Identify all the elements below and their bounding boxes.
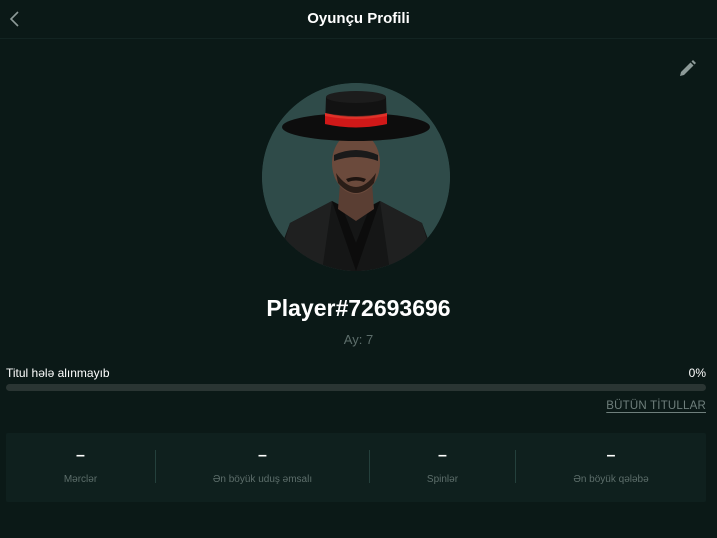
stat-biggest-win: – Ən böyük qələbə: [516, 433, 706, 502]
stat-value: –: [606, 447, 616, 464]
pencil-icon: [680, 60, 696, 76]
stats-panel: – Mərclər – Ən böyük uduş əmsalı – Spinl…: [6, 433, 706, 502]
edit-profile-button[interactable]: [676, 58, 698, 80]
title-progress-bar: [6, 384, 706, 391]
title-status-text: Titul hələ alınmayıb: [6, 366, 110, 380]
player-month: Ay: 7: [343, 332, 374, 347]
player-name: Player#72693696: [266, 295, 451, 321]
avatar-image: [262, 83, 450, 271]
stat-label: Ən böyük qələbə: [573, 474, 649, 485]
player-profile-screen: Oyunçu Profili Player#72693696 Ay: 7 Tit…: [0, 0, 717, 538]
stat-value: –: [438, 447, 447, 464]
page-title: Oyunçu Profili: [307, 10, 410, 27]
stat-value: –: [76, 447, 85, 464]
stat-bets: – Mərclər: [6, 433, 155, 502]
all-titles-link[interactable]: BÜTÜN TİTULLAR: [606, 400, 706, 412]
stat-label: Spinlər: [426, 474, 459, 485]
stat-biggest-win-multiplier: – Ən böyük uduş əmsalı: [156, 433, 369, 502]
header-bar: Oyunçu Profili: [0, 0, 717, 39]
stat-spins: – Spinlər: [370, 433, 515, 502]
stat-label: Ən böyük uduş əmsalı: [212, 474, 313, 485]
stat-value: –: [258, 447, 267, 464]
avatar[interactable]: [262, 83, 450, 271]
stat-label: Mərclər: [63, 474, 98, 485]
title-progress-percent: 0%: [688, 366, 706, 380]
